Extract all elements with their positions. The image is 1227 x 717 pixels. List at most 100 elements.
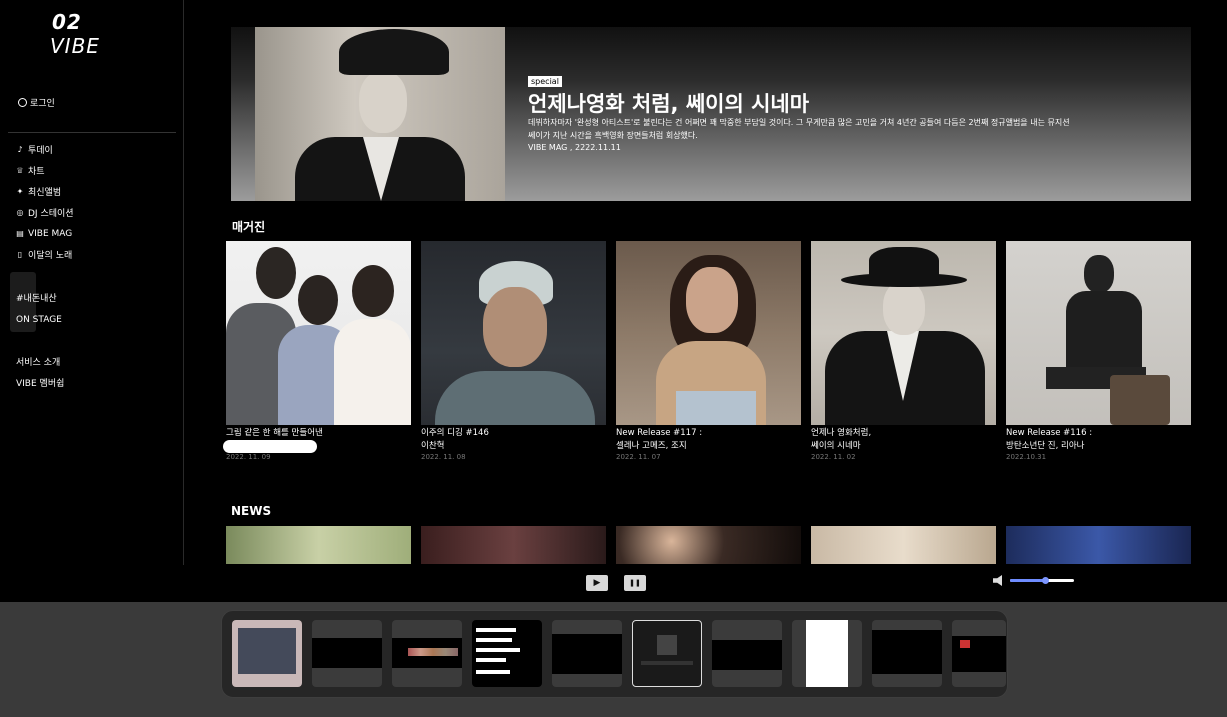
card-title-line-1: New Release #117 :: [616, 428, 703, 438]
sidebar-item-label: 투데이: [28, 146, 53, 156]
sidebar-item-label: 이달의 노래: [28, 251, 73, 261]
hero-description: 데뷔하자마자 '완성형 아티스트'로 불린다는 건 어쩌면 꽤 막중한 부담일 …: [528, 116, 1168, 142]
card-date: 2022. 11. 07: [616, 453, 661, 461]
card-title-line-2: 이찬혁: [421, 440, 445, 451]
sidebar-item-song-of-month[interactable]: ▯ 이달의 노래: [16, 244, 74, 265]
vibe-logo[interactable]: 02 VIBE: [50, 10, 106, 64]
window-thumbnail[interactable]: [232, 620, 302, 687]
news-thumbnail[interactable]: [1006, 526, 1191, 564]
promo-link-my-money[interactable]: #내돈내산: [16, 289, 62, 310]
sidebar-item-label: 차트: [28, 167, 45, 177]
magazine-thumbnail: [811, 241, 996, 425]
volume-handle[interactable]: [1042, 577, 1049, 584]
sparkle-icon: ✦: [16, 187, 24, 196]
card-title-line-1: 언제나 영화처럼,: [811, 428, 872, 438]
magazine-thumbnail: [421, 241, 606, 425]
card-title-line-2: 쎄이의 시네마: [811, 440, 861, 451]
preview-field: [476, 628, 516, 632]
membership-link[interactable]: VIBE 멤버쉽: [16, 374, 64, 395]
card-title-line-2: 셀레나 고메즈, 조지: [616, 440, 687, 451]
magazine-thumbnail: [1006, 241, 1191, 425]
magazine-card[interactable]: New Release #117 : 셀레나 고메즈, 조지 2022. 11.…: [616, 241, 801, 461]
news-thumbnail[interactable]: [616, 526, 801, 564]
card-title-line-1: 이주의 디깅 #146: [421, 428, 489, 438]
preview-field: [476, 648, 520, 652]
volume-fill: [1010, 579, 1045, 582]
sidebar-item-new-albums[interactable]: ✦ 최신앨범: [16, 181, 74, 202]
window-thumbnail[interactable]: [792, 620, 862, 687]
magazine-card[interactable]: 이주의 디깅 #146 이찬혁 2022. 11. 08: [421, 241, 606, 461]
sidebar-item-label: VIBE MAG: [28, 228, 73, 239]
login-button[interactable]: 로그인: [18, 96, 55, 109]
figure-right: [334, 319, 411, 425]
sidebar-divider: [8, 132, 176, 133]
trophy-icon: ♕: [16, 166, 24, 175]
card-date: 2022.10.31: [1006, 453, 1047, 461]
preview-field: [476, 638, 512, 642]
vibe-app-window: 02 VIBE 로그인 ♪ 투데이 ♕ 차트 ✦ 최신앨범 ◎ DJ 스테이션: [0, 0, 1227, 602]
figure-middle-head: [298, 275, 338, 325]
jacket: [435, 371, 595, 425]
window-thumbnail[interactable]: [312, 620, 382, 687]
hero-desc-line-2: 쎄이가 지난 시간을 흑백영화 장면들처럼 회상했다.: [528, 131, 698, 140]
magazine-card[interactable]: 그림 같은 한 해를 만들어낸 2022. 11. 09: [226, 241, 411, 461]
sidebar: 02 VIBE 로그인 ♪ 투데이 ♕ 차트 ✦ 최신앨범 ◎ DJ 스테이션: [0, 0, 184, 565]
card-title-line-1: 그림 같은 한 해를 만들어낸: [226, 428, 323, 438]
preview-field: [476, 670, 510, 674]
hero-image-face: [359, 71, 407, 133]
card-caption: New Release #116 : 방탄소년단 진, 리아나: [1006, 427, 1191, 452]
sidebar-item-dj-station[interactable]: ◎ DJ 스테이션: [16, 202, 74, 223]
pause-icon: ❚❚: [629, 579, 641, 587]
window-thumbnail[interactable]: [712, 620, 782, 687]
radio-icon: ◎: [16, 208, 24, 217]
news-thumbnail[interactable]: [226, 526, 411, 564]
service-intro-link[interactable]: 서비스 소개: [16, 353, 64, 374]
window-preview: [238, 628, 296, 674]
sidebar-item-label: 최신앨범: [28, 188, 62, 198]
magazine-card[interactable]: 언제나 영화처럼, 쎄이의 시네마 2022. 11. 02: [811, 241, 996, 461]
face: [686, 267, 738, 333]
pause-button[interactable]: ❚❚: [624, 575, 646, 591]
hero-badge: special: [528, 76, 562, 87]
hero-image: [255, 27, 505, 201]
window-preview: [952, 636, 1006, 672]
card-date: 2022. 11. 08: [421, 453, 466, 461]
news-thumbnail[interactable]: [421, 526, 606, 564]
window-thumbnail[interactable]: [952, 620, 1006, 687]
window-thumbnail[interactable]: [392, 620, 462, 687]
window-preview: [806, 620, 848, 687]
promo-link-on-stage[interactable]: ON STAGE: [16, 310, 62, 331]
window-thumbnail[interactable]: [552, 620, 622, 687]
shorts: [676, 391, 756, 425]
document-music-icon: ▯: [17, 250, 23, 259]
hat-crown: [869, 247, 939, 281]
jacket: [1066, 291, 1142, 371]
login-label: 로그인: [30, 99, 55, 109]
magazine-icon: ▤: [16, 229, 24, 238]
magazine-card[interactable]: New Release #116 : 방탄소년단 진, 리아나 2022.10.…: [1006, 241, 1191, 461]
news-section-title: NEWS: [231, 504, 272, 518]
card-title-line-1: New Release #116 :: [1006, 428, 1093, 438]
window-thumbnail[interactable]: [472, 620, 542, 687]
logo-line-1: 02: [52, 10, 82, 34]
sidebar-item-chart[interactable]: ♕ 차트: [16, 160, 74, 181]
play-button[interactable]: ▶: [586, 575, 608, 591]
preview-strip: [408, 648, 458, 656]
window-preview: [872, 630, 942, 674]
hero-banner[interactable]: special 언제나영화 처럼, 쎄이의 시네마 데뷔하자마자 '완성형 아티…: [231, 27, 1191, 201]
chair: [1110, 375, 1170, 425]
sidebar-item-today[interactable]: ♪ 투데이: [16, 139, 74, 160]
card-date: 2022. 11. 02: [811, 453, 856, 461]
card-caption: 언제나 영화처럼, 쎄이의 시네마: [811, 427, 996, 452]
window-preview: [312, 638, 382, 668]
footer-links: 서비스 소개 VIBE 멤버쉽: [16, 353, 64, 395]
news-thumbnail[interactable]: [811, 526, 996, 564]
window-thumbnail[interactable]: [872, 620, 942, 687]
window-thumbnail[interactable]: [632, 620, 702, 687]
sidebar-item-vibe-mag[interactable]: ▤ VIBE MAG: [16, 223, 74, 244]
head: [1084, 255, 1114, 293]
window-preview: [392, 638, 462, 668]
hero-meta: VIBE MAG , 2222.11.11: [528, 143, 621, 152]
magazine-thumbnail: [226, 241, 411, 425]
hero-title[interactable]: 언제나영화 처럼, 쎄이의 시네마: [528, 88, 809, 118]
